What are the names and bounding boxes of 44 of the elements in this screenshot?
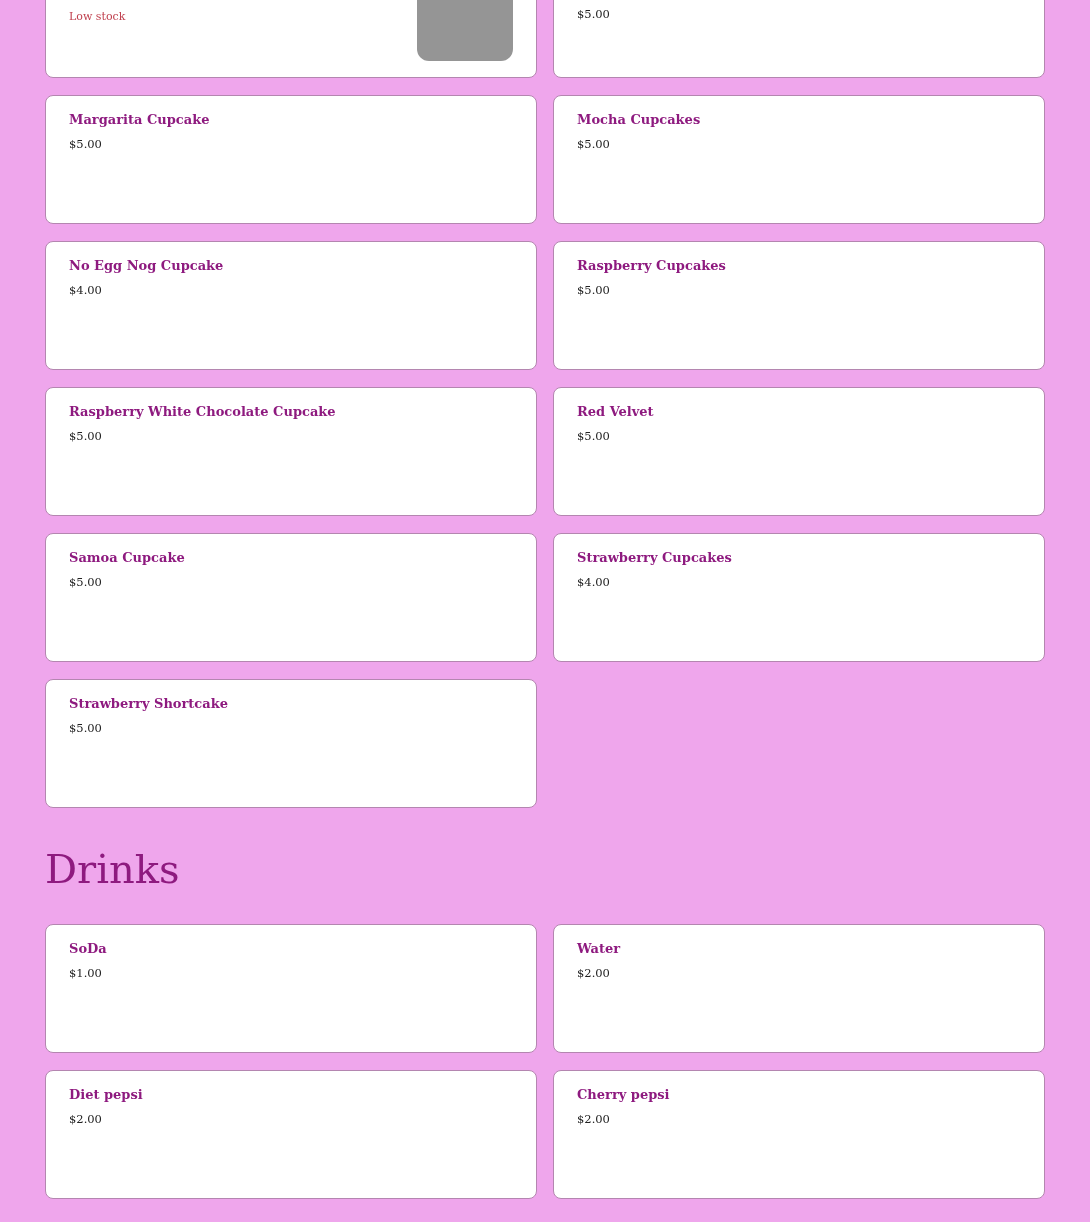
product-card[interactable]: Diet pepsi $2.00 [45, 1070, 537, 1199]
product-name: Red Velvet [577, 404, 654, 419]
product-card[interactable]: Strawberry Shortcake $5.00 [45, 679, 537, 808]
product-card[interactable]: Red Velvet $5.00 [553, 387, 1045, 516]
product-card[interactable]: $5.00 [553, 0, 1045, 78]
product-card[interactable]: Raspberry Cupcakes $5.00 [553, 241, 1045, 370]
product-name: Water [577, 941, 621, 956]
product-price: $5.00 [69, 575, 103, 589]
product-card[interactable]: No Egg Nog Cupcake $4.00 [45, 241, 537, 370]
product-name: Diet pepsi [69, 1087, 143, 1102]
product-card[interactable]: SoDa $1.00 [45, 924, 537, 1053]
product-price: $2.00 [69, 1112, 103, 1126]
product-card[interactable]: Cherry pepsi $2.00 [553, 1070, 1045, 1199]
product-card[interactable]: Water $2.00 [553, 924, 1045, 1053]
product-name: Raspberry Cupcakes [577, 258, 726, 273]
product-name: Cherry pepsi [577, 1087, 670, 1102]
product-price: $2.00 [577, 966, 611, 980]
product-card[interactable]: Low stock [45, 0, 537, 78]
stock-note: Low stock [69, 10, 126, 23]
product-price: $4.00 [577, 575, 611, 589]
product-price: $5.00 [577, 429, 611, 443]
product-name: Margarita Cupcake [69, 112, 210, 127]
product-name: Strawberry Shortcake [69, 696, 228, 711]
product-name: Raspberry White Chocolate Cupcake [69, 404, 336, 419]
product-price: $5.00 [69, 721, 103, 735]
product-card[interactable]: Samoa Cupcake $5.00 [45, 533, 537, 662]
product-name: Strawberry Cupcakes [577, 550, 732, 565]
product-card[interactable]: Margarita Cupcake $5.00 [45, 95, 537, 224]
product-name: Samoa Cupcake [69, 550, 185, 565]
product-card[interactable]: Mocha Cupcakes $5.00 [553, 95, 1045, 224]
product-card[interactable]: Raspberry White Chocolate Cupcake $5.00 [45, 387, 537, 516]
product-price: $5.00 [577, 6, 610, 21]
product-price: $2.00 [577, 1112, 611, 1126]
product-price: $5.00 [577, 137, 611, 151]
product-price: $5.00 [69, 429, 103, 443]
product-price: $1.00 [69, 966, 103, 980]
product-price: $5.00 [69, 137, 103, 151]
product-name: SoDa [69, 941, 107, 956]
product-name: Mocha Cupcakes [577, 112, 701, 127]
product-card[interactable]: Strawberry Cupcakes $4.00 [553, 533, 1045, 662]
product-price: $4.00 [69, 283, 103, 297]
product-price: $5.00 [577, 283, 611, 297]
product-name: No Egg Nog Cupcake [69, 258, 224, 273]
section-heading: Drinks [45, 845, 181, 894]
